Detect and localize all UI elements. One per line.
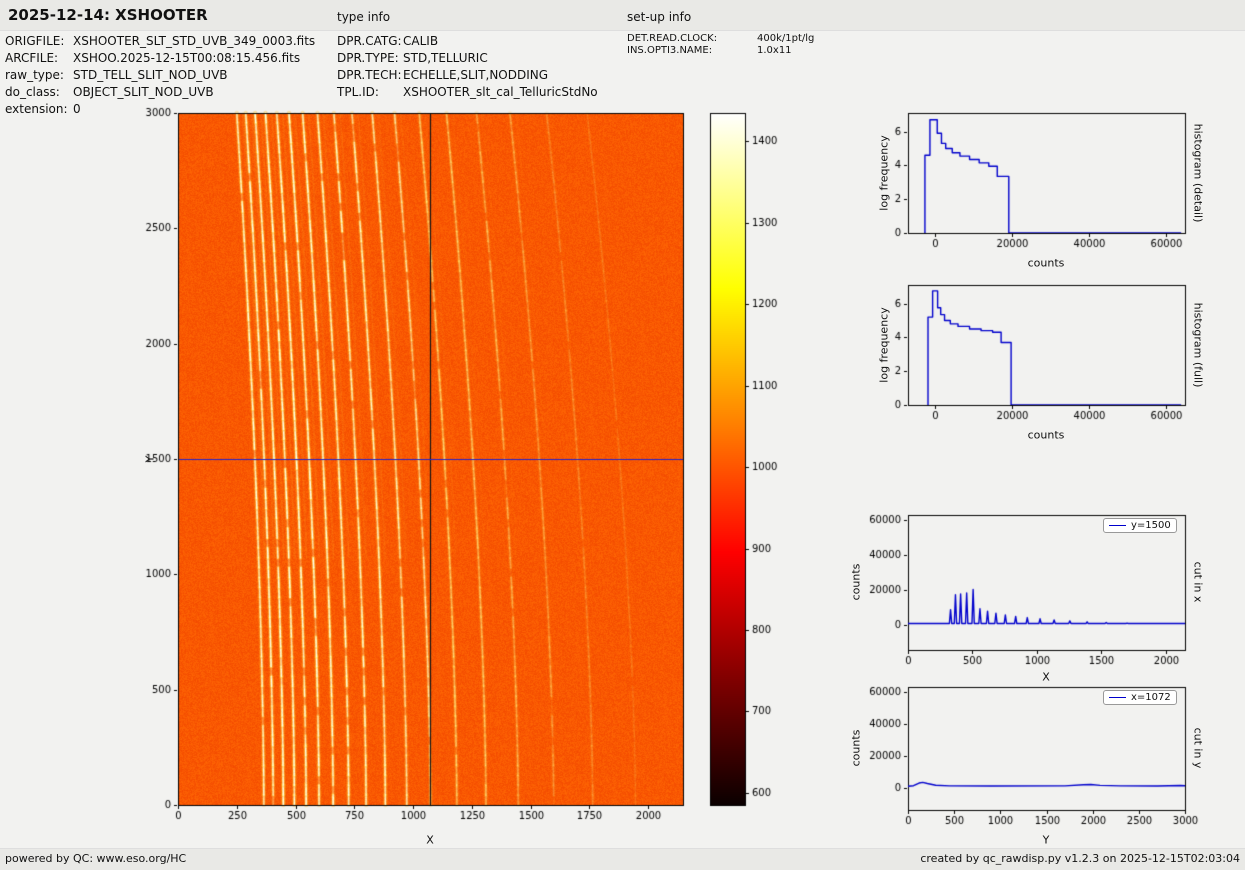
meta-value: 0 <box>73 102 81 116</box>
cut-y-legend-label: x=1072 <box>1131 692 1171 703</box>
hist-detail-right-label: histogram (detail) <box>1191 123 1205 223</box>
hist-detail-ylabel: log frequency <box>877 135 891 211</box>
meta-value: CALIB <box>403 34 439 48</box>
main-xaxis-label: X <box>426 833 434 847</box>
meta-key: ORIGFILE: <box>5 34 65 48</box>
meta-key: DPR.TECH: <box>337 68 402 82</box>
meta-row-rawtype: raw_type: STD_TELL_SLIT_NOD_UVB <box>5 67 315 84</box>
metadata-middle-column: DPR.CATG:CALIB DPR.TYPE: STD,TELLURIC DPR… <box>337 33 598 101</box>
main-yaxis-label: Y <box>143 455 157 463</box>
meta-value: STD_TELL_SLIT_NOD_UVB <box>73 68 228 82</box>
meta-row-dprtype: DPR.TYPE: STD,TELLURIC <box>337 50 598 67</box>
meta-value: XSHOO.2025-12-15T00:08:15.456.fits <box>73 51 301 65</box>
qc-report-page: 2025-12-14: XSHOOTER type info set-up in… <box>0 0 1245 870</box>
meta-key: DPR.CATG: <box>337 34 402 48</box>
legend-line-swatch <box>1109 697 1126 698</box>
meta-value: XSHOOTER_slt_cal_TelluricStdNo <box>403 85 598 99</box>
meta-key: TPL.ID: <box>337 85 379 99</box>
meta-row-extension: extension: 0 <box>5 101 315 118</box>
meta-row-doclass: do_class: OBJECT_SLIT_NOD_UVB <box>5 84 315 101</box>
cut-x-legend-label: y=1500 <box>1131 520 1171 531</box>
meta-row-readclock: DET.READ.CLOCK: 400k/1pt/lg <box>627 33 814 45</box>
meta-value: 400k/1pt/lg <box>757 33 815 44</box>
cut-x-legend: y=1500 <box>1103 518 1177 533</box>
type-info-label: type info <box>337 10 391 24</box>
meta-key: ARCFILE: <box>5 51 59 65</box>
cut-x-right-label: cut in x <box>1191 561 1205 603</box>
meta-row-origfile: ORIGFILE: XSHOOTER_SLT_STD_UVB_349_0003.f… <box>5 33 315 50</box>
meta-value: 1.0x11 <box>757 45 792 56</box>
meta-value: OBJECT_SLIT_NOD_UVB <box>73 85 214 99</box>
meta-row-opti3name: INS.OPTI3.NAME: 1.0x11 <box>627 45 814 57</box>
footer-left-text: powered by QC: www.eso.org/HC <box>5 852 187 865</box>
cut-x-ylabel: counts <box>849 563 863 601</box>
legend-line-swatch <box>1109 525 1126 526</box>
page-title: 2025-12-14: XSHOOTER <box>8 6 208 24</box>
meta-row-tplid: TPL.ID: XSHOOTER_slt_cal_TelluricStdNo <box>337 84 598 101</box>
cut-x-xlabel: X <box>1042 670 1050 684</box>
footer-right-text: created by qc_rawdisp.py v1.2.3 on 2025-… <box>920 852 1240 865</box>
setup-info-label: set-up info <box>627 10 692 24</box>
meta-row-dprcatg: DPR.CATG:CALIB <box>337 33 598 50</box>
meta-key: extension: <box>5 102 68 116</box>
cut-y-right-label: cut in y <box>1191 727 1205 769</box>
meta-key: DPR.TYPE: <box>337 51 399 65</box>
meta-value: STD,TELLURIC <box>403 51 488 65</box>
hist-full-ylabel: log frequency <box>877 307 891 383</box>
metadata-right-column: DET.READ.CLOCK: 400k/1pt/lg INS.OPTI3.NAM… <box>627 33 814 57</box>
cut-y-xlabel: Y <box>1042 833 1050 847</box>
meta-value: ECHELLE,SLIT,NODDING <box>403 68 549 82</box>
meta-row-arcfile: ARCFILE: XSHOO.2025-12-15T00:08:15.456.fi… <box>5 50 315 67</box>
hist-full-xlabel: counts <box>1027 428 1065 442</box>
cut-y-ylabel: counts <box>849 729 863 767</box>
meta-key: do_class: <box>5 85 60 99</box>
meta-key: DET.READ.CLOCK: <box>627 33 718 44</box>
meta-value: XSHOOTER_SLT_STD_UVB_349_0003.fits <box>73 34 316 48</box>
cut-y-legend: x=1072 <box>1103 690 1177 705</box>
meta-row-dprtech: DPR.TECH:ECHELLE,SLIT,NODDING <box>337 67 598 84</box>
hist-detail-xlabel: counts <box>1027 256 1065 270</box>
meta-key: INS.OPTI3.NAME: <box>627 45 713 56</box>
hist-full-right-label: histogram (full) <box>1191 302 1205 388</box>
metadata-left-column: ORIGFILE: XSHOOTER_SLT_STD_UVB_349_0003.f… <box>5 33 315 118</box>
meta-key: raw_type: <box>5 68 64 82</box>
